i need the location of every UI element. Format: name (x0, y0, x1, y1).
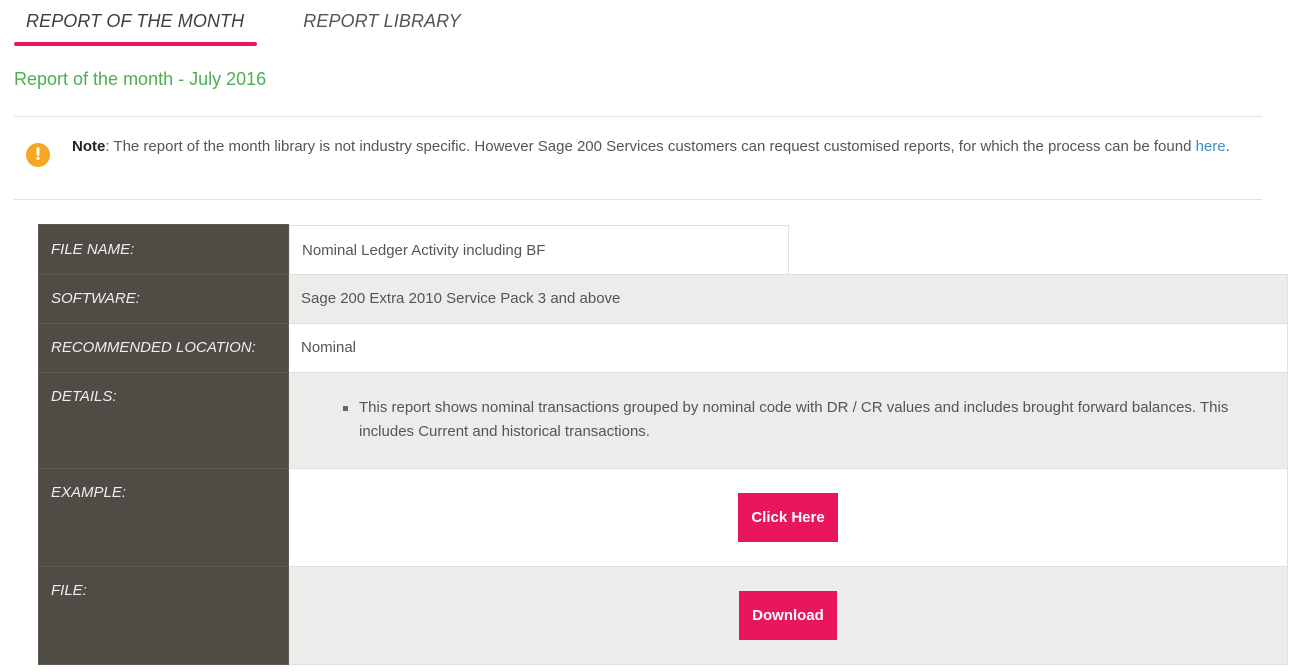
divider-bottom (14, 199, 1262, 200)
note-text: Note: The report of the month library is… (72, 135, 1252, 167)
details-list: This report shows nominal transactions g… (301, 396, 1275, 444)
note-body: : The report of the month library is not… (105, 138, 1196, 155)
software-value: Sage 200 Extra 2010 Service Pack 3 and a… (288, 273, 1288, 324)
row-location: RECOMMENDED LOCATION: Nominal (38, 322, 1288, 373)
file-name-label: FILE NAME: (38, 224, 289, 275)
note-here-link[interactable]: here (1196, 138, 1226, 155)
software-label: SOFTWARE: (38, 273, 289, 324)
tab-report-of-the-month[interactable]: REPORT OF THE MONTH (14, 0, 258, 46)
example-label: EXAMPLE: (38, 467, 289, 567)
row-file: FILE: Download (38, 565, 1288, 665)
file-label: FILE: (38, 565, 289, 665)
file-value: Download (288, 565, 1288, 665)
example-value: Click Here (288, 467, 1288, 567)
row-software: SOFTWARE: Sage 200 Extra 2010 Service Pa… (38, 273, 1288, 324)
row-details: DETAILS: This report shows nominal trans… (38, 371, 1288, 469)
details-item: This report shows nominal transactions g… (343, 396, 1275, 444)
file-name-value: Nominal Ledger Activity including BF (288, 224, 1288, 274)
location-value: Nominal (288, 322, 1288, 373)
file-name-text: Nominal Ledger Activity including BF (289, 224, 789, 274)
tab-report-library[interactable]: REPORT LIBRARY (303, 0, 460, 46)
download-button[interactable]: Download (739, 590, 837, 640)
details-value: This report shows nominal transactions g… (288, 371, 1288, 469)
note-bold: Note (72, 138, 106, 155)
row-file-name: FILE NAME: Nominal Ledger Activity inclu… (38, 224, 1288, 275)
location-label: RECOMMENDED LOCATION: (38, 322, 289, 373)
details-label: DETAILS: (38, 371, 289, 469)
note-box: ! Note: The report of the month library … (26, 135, 1256, 167)
exclamation-icon: ! (26, 143, 50, 167)
tab-bar: REPORT OF THE MONTH REPORT LIBRARY (14, 0, 461, 46)
divider-top (14, 116, 1262, 117)
report-info-table: FILE NAME: Nominal Ledger Activity inclu… (38, 224, 1288, 665)
note-end: . (1225, 138, 1230, 155)
row-example: EXAMPLE: Click Here (38, 467, 1288, 567)
page-title: Report of the month - July 2016 (14, 69, 267, 89)
click-here-button[interactable]: Click Here (738, 492, 838, 542)
